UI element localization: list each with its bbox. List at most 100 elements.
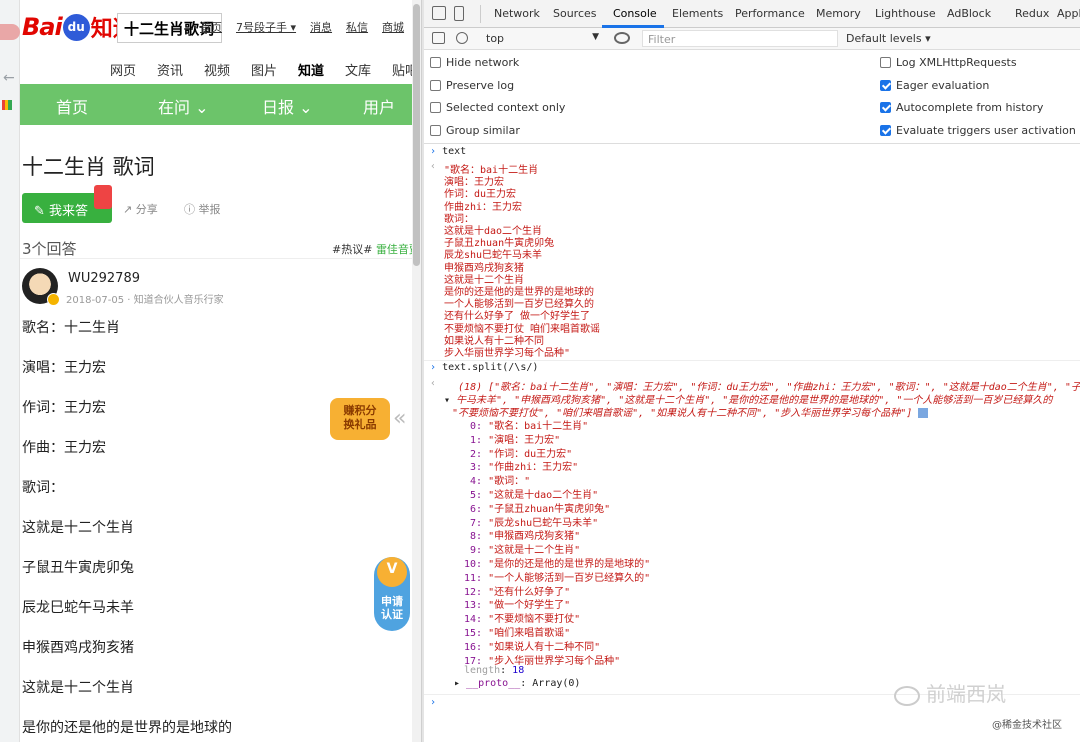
- tab-console[interactable]: Console: [613, 7, 657, 20]
- log-levels-dropdown[interactable]: Default levels ▾: [846, 32, 931, 45]
- checkbox: [430, 57, 441, 68]
- setting-eager-evaluation[interactable]: Eager evaluation: [880, 79, 989, 92]
- array-proto[interactable]: ▸ __proto__: Array(0): [454, 678, 580, 689]
- context-select[interactable]: top ▼: [484, 30, 602, 47]
- checkbox: [430, 102, 441, 113]
- share-button[interactable]: ↗ 分享: [123, 201, 158, 217]
- console-prompt[interactable]: ›: [430, 697, 436, 708]
- console-input-line[interactable]: › text: [430, 146, 466, 157]
- zhidao-nav-bar: 首页 在问 ⌄ 日报 ⌄ 用户 ⌄: [20, 84, 412, 137]
- tab-sources[interactable]: Sources: [553, 7, 597, 20]
- tab-application[interactable]: Appl: [1057, 7, 1080, 20]
- browser-page: ← Bai du 知道 十二生肖歌词 首页 7号段子手 ▾ 消息 私信 商城 网…: [0, 0, 422, 742]
- tab-wenku[interactable]: 文库: [345, 60, 392, 87]
- array-length: length: 18: [464, 665, 525, 676]
- avatar[interactable]: [22, 268, 60, 306]
- info-icon: [918, 408, 929, 418]
- setting-autocomplete[interactable]: Autocomplete from history: [880, 101, 1043, 114]
- tab-lighthouse[interactable]: Lighthouse: [875, 7, 936, 20]
- lyric-line: 辰龙巳蛇午马未羊: [22, 600, 134, 616]
- hot-topic-tag[interactable]: #热议# 雷佳音贾: [332, 241, 420, 257]
- array-item: 16: "如果说人有十二种不同": [464, 641, 601, 653]
- checkbox: [430, 125, 441, 136]
- report-icon: ⓘ: [184, 203, 199, 216]
- sidebar-toggle-icon[interactable]: [432, 32, 445, 44]
- tab-adblock[interactable]: AdBlock: [947, 7, 991, 20]
- tab-web[interactable]: 网页: [110, 60, 157, 87]
- setting-group-similar[interactable]: Group similar: [430, 124, 520, 137]
- wechat-icon: [894, 685, 920, 706]
- nav-daily[interactable]: 日报 ⌄: [262, 94, 313, 118]
- top-link-home[interactable]: 首页: [200, 19, 222, 35]
- array-item: 5: "这就是十dao二个生肖": [470, 490, 599, 501]
- top-link-messages[interactable]: 消息: [310, 19, 332, 35]
- array-item: 12: "还有什么好争了": [464, 586, 571, 598]
- points-gift-float-button[interactable]: 赚积分 换礼品: [330, 398, 390, 440]
- lyric-line: 申猴酉鸡戌狗亥猪: [22, 640, 134, 656]
- top-links: 首页 7号段子手 ▾ 消息 私信 商城: [200, 19, 404, 35]
- text-result-line: 步入华丽世界学习每个品种": [444, 348, 571, 359]
- live-expression-eye-icon[interactable]: [614, 32, 630, 44]
- scrollbar-thumb[interactable]: [413, 4, 420, 266]
- share-icon: ↗: [123, 203, 136, 216]
- checkbox-checked: [880, 102, 891, 113]
- tab-elements[interactable]: Elements: [672, 7, 723, 20]
- expand-triangle-icon: ▸: [454, 678, 467, 689]
- tab-redux[interactable]: Redux: [1015, 7, 1049, 20]
- report-button[interactable]: ⓘ 举报: [184, 201, 221, 217]
- nav-users[interactable]: 用户 ⌄: [363, 94, 412, 137]
- apply-certification-button[interactable]: V 申请 认证: [374, 557, 410, 631]
- array-item: 0: "歌名：bai十二生肖": [470, 421, 589, 432]
- console-toolbar: top ▼ Filter Default levels ▾: [424, 28, 1080, 50]
- tab-video[interactable]: 视频: [204, 60, 251, 87]
- back-arrow-icon[interactable]: ←: [3, 70, 15, 86]
- array-item: 2: "作词：du王力宏": [470, 448, 573, 460]
- answer-button[interactable]: ✎ 我来答: [22, 185, 112, 223]
- lyric-line: 是你的还是他的是世界的是地球的: [22, 720, 232, 736]
- device-toolbar-icon[interactable]: [454, 6, 464, 21]
- checkbox: [430, 80, 441, 91]
- setting-evaluate-triggers[interactable]: Evaluate triggers user activation: [880, 124, 1076, 137]
- setting-selected-context[interactable]: Selected context only: [430, 101, 565, 114]
- tab-images[interactable]: 图片: [251, 60, 298, 87]
- tab-memory[interactable]: Memory: [816, 7, 861, 20]
- clear-console-icon[interactable]: [456, 32, 468, 44]
- array-item: 4: "歌词：": [470, 476, 531, 488]
- tab-news[interactable]: 资讯: [157, 60, 204, 87]
- lyric-line: 子鼠丑牛寅虎卯兔: [22, 560, 134, 576]
- top-link-user[interactable]: 7号段子手 ▾: [236, 19, 296, 35]
- array-item: 7: "辰龙shu巳蛇午马未羊": [470, 517, 599, 529]
- username[interactable]: WU292789: [68, 271, 140, 286]
- lyric-line: 歌词：: [22, 480, 64, 496]
- top-link-mall[interactable]: 商城: [382, 19, 404, 35]
- tab-performance[interactable]: Performance: [735, 7, 805, 20]
- array-item: 3: "作曲zhi：王力宏": [470, 462, 579, 474]
- filter-input[interactable]: Filter: [642, 30, 838, 47]
- inspect-element-icon[interactable]: [432, 6, 446, 20]
- apps-grid-icon[interactable]: [2, 100, 12, 110]
- collapse-arrow-icon[interactable]: «: [393, 406, 406, 431]
- console-input-line[interactable]: › text.split(/\s/): [430, 362, 538, 373]
- prompt-icon: ›: [430, 362, 437, 373]
- array-item: 10: "是你的还是他的是世界的是地球的": [464, 559, 651, 570]
- tab-zhidao[interactable]: 知道: [298, 60, 345, 87]
- watermark-sub: @稀金技术社区: [992, 720, 1062, 731]
- nav-asking[interactable]: 在问 ⌄: [158, 94, 209, 118]
- setting-preserve-log[interactable]: Preserve log: [430, 79, 514, 92]
- edit-icon: ✎: [34, 204, 50, 219]
- answer-count: 3个回答: [22, 240, 77, 258]
- watermark: 前端西岚: [894, 678, 1006, 707]
- top-link-private[interactable]: 私信: [346, 19, 368, 35]
- array-item: 14: "不要烦恼不要打仗": [464, 614, 581, 626]
- question-title: 十二生肖 歌词: [22, 155, 155, 179]
- browser-edge: ←: [0, 0, 20, 742]
- tab-network[interactable]: Network: [494, 7, 540, 20]
- v-badge-icon: V: [377, 557, 407, 587]
- array-item: 1: "演唱：王力宏": [470, 434, 561, 446]
- divider: [424, 360, 1080, 361]
- lyric-line: 作词：王力宏: [22, 400, 106, 416]
- setting-log-xhr[interactable]: Log XMLHttpRequests: [880, 56, 1017, 69]
- nav-home[interactable]: 首页: [56, 94, 88, 118]
- setting-hide-network[interactable]: Hide network: [430, 56, 519, 69]
- array-item: 6: "子鼠丑zhuan牛寅虎卯兔": [470, 503, 611, 515]
